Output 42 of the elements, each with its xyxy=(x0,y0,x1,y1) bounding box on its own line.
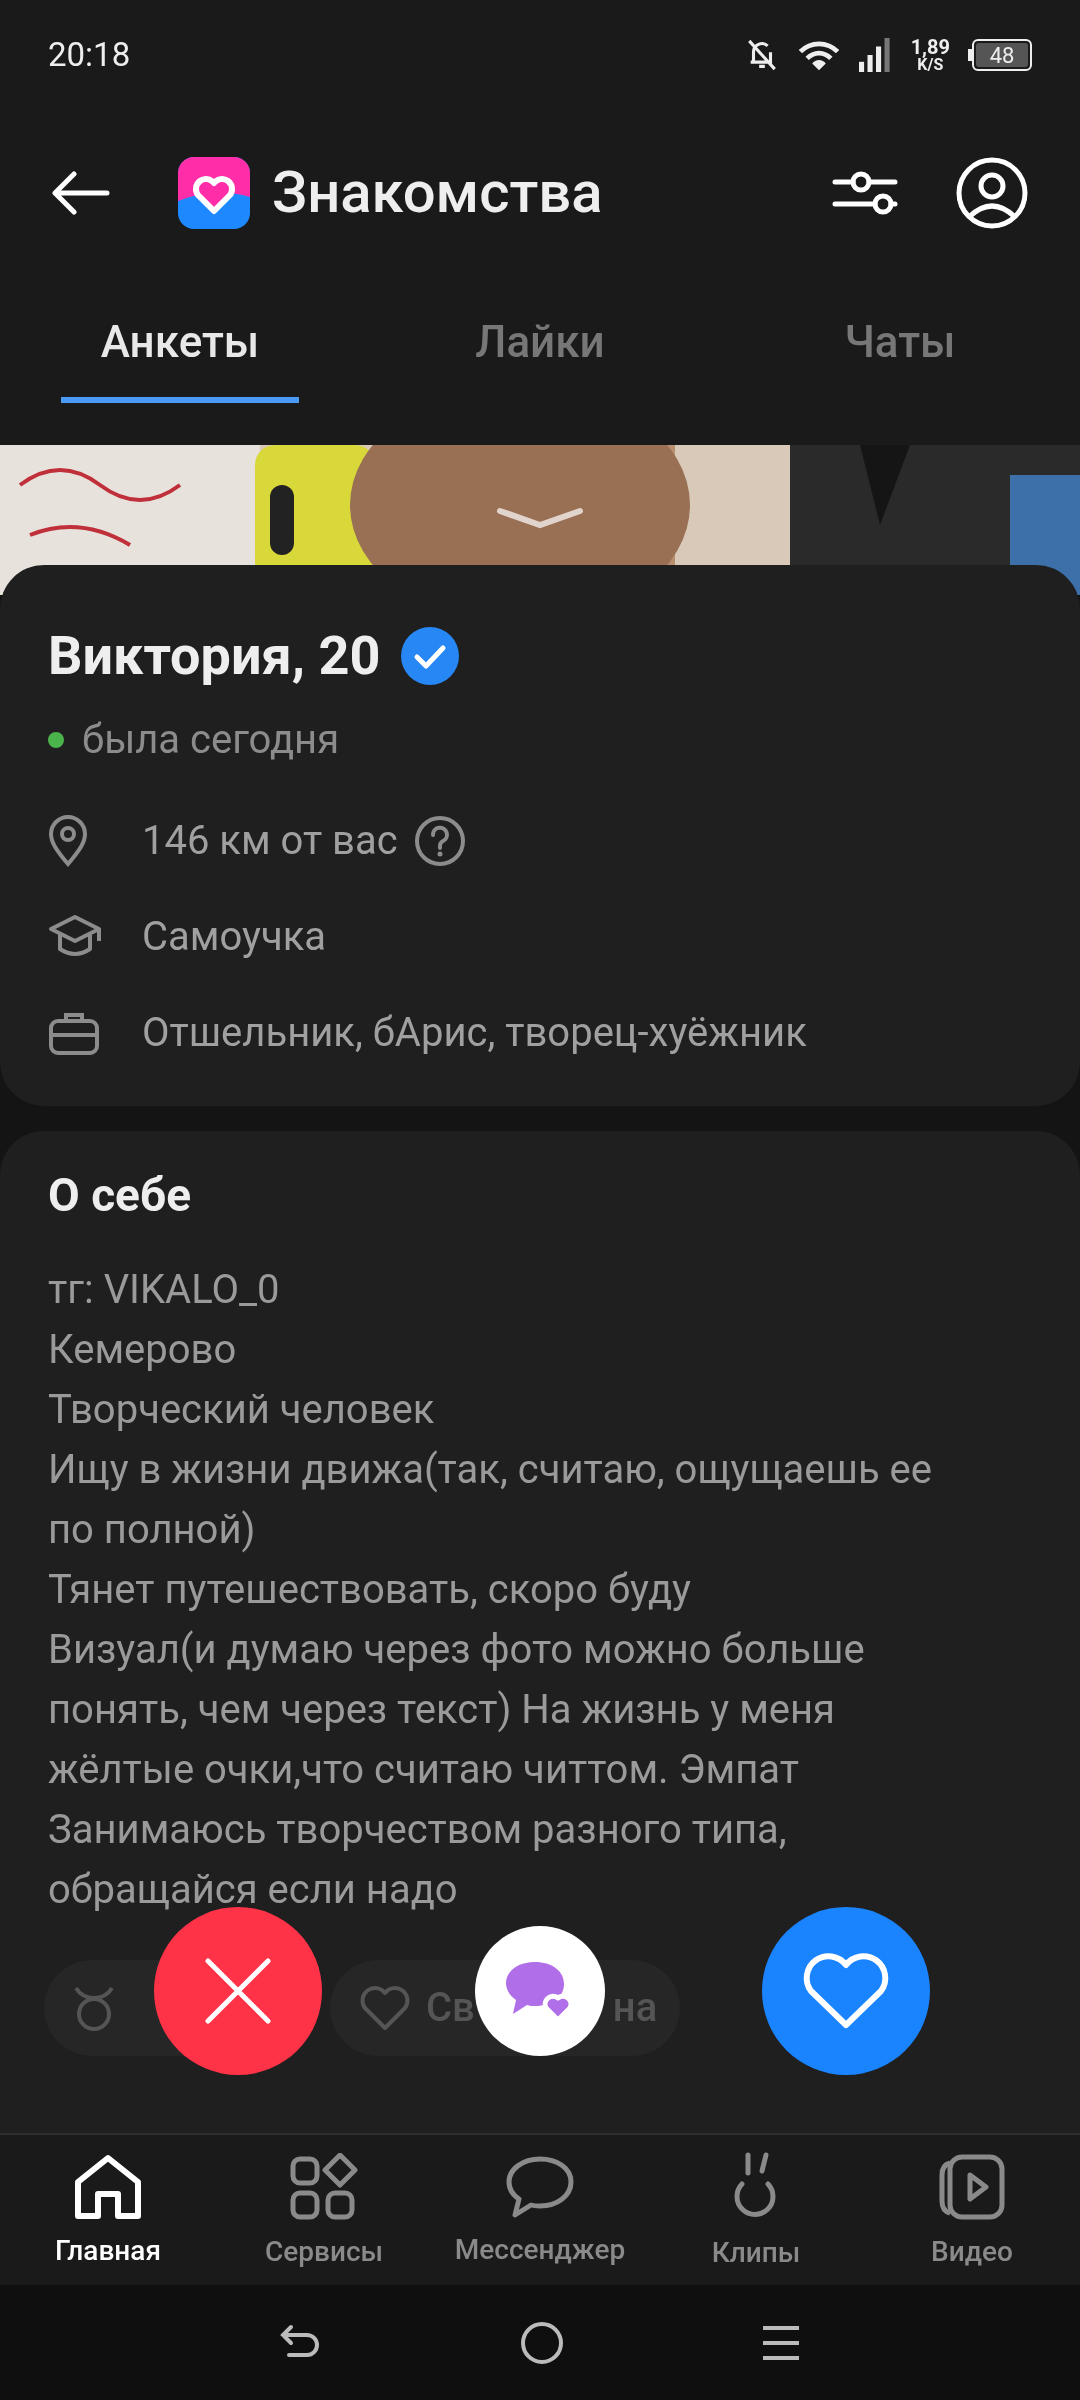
home-nav-icon[interactable] xyxy=(520,2320,564,2365)
nav-tab[interactable]: Сервисы xyxy=(216,2135,432,2285)
heart-icon xyxy=(801,1951,891,2031)
home-icon xyxy=(74,2154,142,2220)
network-speed: 1,89 xyxy=(910,37,950,57)
profile-detail: Самоучка xyxy=(142,912,327,962)
profile-name: Виктория, 20 xyxy=(48,623,381,689)
video-icon xyxy=(938,2153,1006,2221)
about-text: Творческий человек xyxy=(48,1385,436,1435)
profile-detail: Отшельник, бАрис, творец-хуёжник xyxy=(142,1008,807,1058)
online-status: была сегодня xyxy=(82,715,340,765)
nav-tab[interactable]: Мессенджер xyxy=(432,2135,648,2285)
location-pin-icon xyxy=(48,815,88,867)
nav-tab[interactable]: Главная xyxy=(0,2135,216,2285)
about-text: тг: VIKALO_0 xyxy=(48,1265,281,1315)
profile-icon[interactable] xyxy=(956,156,1028,229)
chat-bubble-icon xyxy=(505,2155,575,2219)
about-text: Кемерово xyxy=(48,1325,238,1375)
briefcase-icon xyxy=(48,1010,100,1056)
about-text: Тянет путешествовать, скоро буду xyxy=(48,1565,692,1615)
chevron-down-icon[interactable] xyxy=(496,507,584,529)
tab[interactable]: Лайки xyxy=(435,309,645,403)
tab[interactable]: Чаты xyxy=(804,309,996,403)
nav-tab[interactable]: Видео xyxy=(864,2135,1080,2285)
close-icon xyxy=(204,1957,272,2025)
about-text: Визуал(и думаю через фото можно больше понять, чем через текст) На жизнь у меня жёлтые очки,что считаю читтом. Эмпат xyxy=(48,1625,866,1795)
heart-logo-icon xyxy=(178,156,250,229)
taurus-icon xyxy=(72,1984,116,2032)
grid-icon xyxy=(290,2153,358,2221)
heart-icon xyxy=(358,1984,412,2032)
status-time: 20:18 xyxy=(48,34,131,77)
app-title: Знакомства xyxy=(272,157,603,228)
about-text: Занимаюсь творчеством разного типа, обращайся если надо xyxy=(48,1805,788,1915)
about-text: Ищу в жизни движа(так, считаю, ощущаешь ее по полной) xyxy=(48,1445,933,1555)
section-title: О себе xyxy=(48,1167,193,1224)
help-icon[interactable] xyxy=(413,815,466,867)
tab[interactable]: Анкеты xyxy=(60,309,300,403)
back-arrow-icon[interactable] xyxy=(52,170,110,215)
network-speed-unit: K/S xyxy=(917,57,944,73)
signal-icon xyxy=(858,38,893,72)
profile-detail: 146 км от вас xyxy=(142,816,398,866)
nav-tab[interactable]: Клипы xyxy=(648,2135,864,2285)
